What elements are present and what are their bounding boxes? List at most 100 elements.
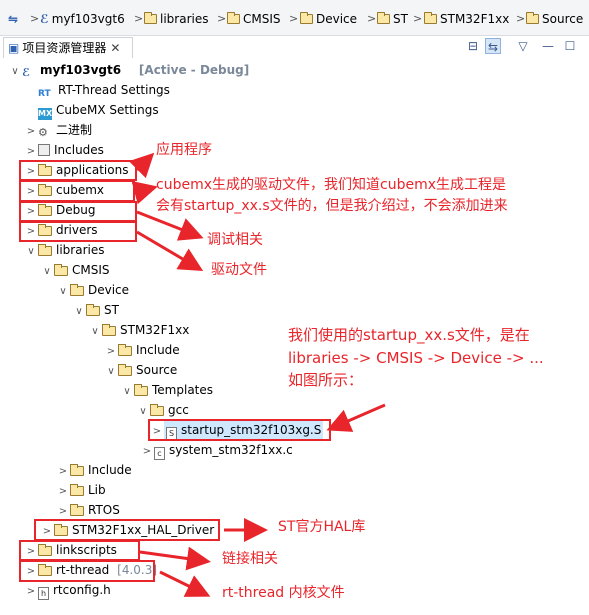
chevron-down-icon[interactable]: ∨ bbox=[8, 63, 22, 81]
link-editor-icon[interactable]: ⇆ bbox=[485, 38, 501, 54]
collapse-all-icon[interactable]: ⊟ bbox=[465, 38, 481, 54]
project-icon: ℰ bbox=[22, 66, 31, 79]
project-explorer-icon: ▣ bbox=[8, 41, 20, 55]
annotation-box-drivers bbox=[19, 221, 137, 242]
chevron-down-icon[interactable]: ∨ bbox=[24, 243, 38, 261]
project-icon: ℰ bbox=[40, 12, 49, 26]
tree-item-rt-settings[interactable]: RT RT-Thread Settings bbox=[38, 81, 170, 99]
note-startup-line2: libraries -> CMSIS -> Device -> ... bbox=[288, 349, 544, 367]
chevron-right-icon: > bbox=[413, 12, 423, 25]
chevron-right-icon[interactable]: > bbox=[24, 123, 38, 141]
tree-item-cmsis-include[interactable]: > Include bbox=[56, 461, 132, 479]
tab-project-explorer[interactable]: ▣ 项目资源管理器 ✕ bbox=[3, 37, 133, 58]
close-icon[interactable]: ✕ bbox=[110, 41, 120, 55]
folder-icon bbox=[526, 12, 539, 24]
folder-icon bbox=[424, 12, 437, 24]
chevron-right-icon[interactable]: > bbox=[24, 583, 38, 601]
tree-item-source[interactable]: ∨ Source bbox=[104, 361, 177, 379]
note-startup-line3: 如图所示： bbox=[288, 371, 364, 389]
tree-item-project[interactable]: ∨ ℰmyf103vgt6 [Active - Debug] bbox=[8, 61, 249, 79]
project-nav-icon[interactable]: ⇋ bbox=[8, 11, 18, 27]
breadcrumb-item-cmsis[interactable]: CMSIS bbox=[227, 11, 281, 27]
includes-icon bbox=[38, 144, 50, 156]
folder-icon bbox=[70, 464, 84, 476]
tree-item-cubemx-settings[interactable]: MX CubeMX Settings bbox=[38, 101, 159, 120]
breadcrumb-item-device[interactable]: Device bbox=[300, 11, 357, 27]
tree-item-stm32f1xx[interactable]: ∨ STM32F1xx bbox=[88, 321, 189, 339]
folder-icon bbox=[54, 264, 68, 276]
folder-icon bbox=[70, 484, 84, 496]
tree-item-includes[interactable]: > Includes bbox=[24, 141, 104, 159]
chevron-down-icon[interactable]: ∨ bbox=[104, 363, 118, 381]
folder-icon bbox=[150, 404, 164, 416]
tree-item-gcc[interactable]: ∨ gcc bbox=[136, 401, 188, 419]
note-rtthread: rt-thread 内核文件 bbox=[222, 585, 345, 601]
minimize-icon[interactable]: — bbox=[540, 38, 556, 54]
note-cubemx-line1: cubemx生成的驱动文件，我们知道cubemx生成工程是 bbox=[156, 177, 506, 193]
arrow-drivers bbox=[136, 230, 204, 272]
note-debug: 调试相关 bbox=[207, 232, 263, 248]
tree-item-st[interactable]: ∨ ST bbox=[72, 301, 119, 319]
chevron-down-icon[interactable]: ∨ bbox=[72, 303, 86, 321]
chevron-down-icon[interactable]: ∨ bbox=[88, 323, 102, 341]
folder-icon bbox=[300, 12, 313, 24]
tree-item-cmsis[interactable]: ∨ CMSIS bbox=[40, 261, 109, 281]
breadcrumb: ⇋ > ℰmyf103vgt6 > libraries > CMSIS > De… bbox=[0, 0, 589, 36]
folder-icon bbox=[70, 284, 84, 296]
folder-icon bbox=[86, 304, 100, 316]
note-applications: 应用程序 bbox=[156, 142, 212, 158]
note-linkscripts: 链接相关 bbox=[222, 551, 278, 567]
folder-icon bbox=[377, 12, 390, 24]
breadcrumb-item-source[interactable]: Source bbox=[526, 11, 583, 27]
tree-item-rtconfig[interactable]: > h rtconfig.h bbox=[24, 581, 111, 601]
chevron-down-icon[interactable]: ∨ bbox=[120, 383, 134, 401]
chevron-right-icon: > bbox=[367, 12, 377, 25]
chevron-right-icon: > bbox=[289, 12, 299, 25]
view-menu-icon[interactable]: ▽ bbox=[515, 38, 531, 54]
breadcrumb-item-project[interactable]: ℰmyf103vgt6 bbox=[40, 11, 125, 27]
breadcrumb-item-libraries[interactable]: libraries bbox=[144, 11, 208, 27]
chevron-down-icon[interactable]: ∨ bbox=[40, 263, 54, 281]
tree-item-rtos[interactable]: > RTOS bbox=[56, 501, 120, 519]
annotation-box-cubemx bbox=[19, 180, 135, 202]
tree-item-libraries[interactable]: ∨ libraries bbox=[24, 241, 104, 259]
folder-icon bbox=[134, 384, 148, 396]
tree-item-binaries[interactable]: > ⚙ 二进制 bbox=[24, 121, 92, 139]
breadcrumb-item-stm32f1xx[interactable]: STM32F1xx bbox=[424, 11, 509, 27]
note-cubemx-line2: 会有startup_xx.s文件的，但是我介绍过，不会添加进来 bbox=[156, 198, 508, 214]
chevron-right-icon: > bbox=[134, 12, 144, 25]
rt-thread-icon: RT bbox=[38, 89, 51, 99]
header-file-icon: h bbox=[38, 587, 49, 600]
tree-item-templates[interactable]: ∨ Templates bbox=[120, 381, 213, 399]
chevron-right-icon[interactable]: > bbox=[56, 463, 70, 481]
folder-icon bbox=[118, 364, 132, 376]
chevron-down-icon[interactable]: ∨ bbox=[56, 283, 70, 301]
annotation-box-applications bbox=[19, 160, 137, 181]
folder-icon bbox=[227, 12, 240, 24]
folder-icon bbox=[38, 244, 52, 256]
tree-item-device[interactable]: ∨ Device bbox=[56, 281, 129, 299]
arrow-startup bbox=[326, 403, 386, 432]
chevron-right-icon[interactable]: > bbox=[56, 483, 70, 501]
maximize-icon[interactable]: ☐ bbox=[562, 38, 578, 54]
folder-icon bbox=[70, 504, 84, 516]
tree-item-system-file[interactable]: > c system_stm32f1xx.c bbox=[140, 441, 293, 461]
tree-item-lib[interactable]: > Lib bbox=[56, 481, 106, 499]
chevron-right-icon: > bbox=[217, 12, 227, 25]
chevron-right-icon: > bbox=[516, 12, 526, 25]
note-startup-line1: 我们使用的startup_xx.s文件，是在 bbox=[288, 326, 530, 344]
annotation-box-debug bbox=[19, 201, 137, 222]
chevron-right-icon[interactable]: > bbox=[24, 143, 38, 161]
arrow-cubemx bbox=[131, 181, 158, 205]
breadcrumb-item-st[interactable]: ST bbox=[377, 11, 408, 27]
chevron-right-icon: > bbox=[30, 12, 40, 25]
tree-item-include[interactable]: > Include bbox=[104, 341, 180, 359]
annotation-box-startup bbox=[148, 419, 331, 441]
annotation-box-hal bbox=[34, 519, 220, 541]
chevron-right-icon[interactable]: > bbox=[140, 443, 154, 461]
note-drivers: 驱动文件 bbox=[211, 262, 267, 278]
c-file-icon: c bbox=[154, 447, 165, 460]
folder-icon bbox=[144, 12, 157, 24]
chevron-right-icon[interactable]: > bbox=[104, 343, 118, 361]
folder-icon bbox=[118, 344, 132, 356]
